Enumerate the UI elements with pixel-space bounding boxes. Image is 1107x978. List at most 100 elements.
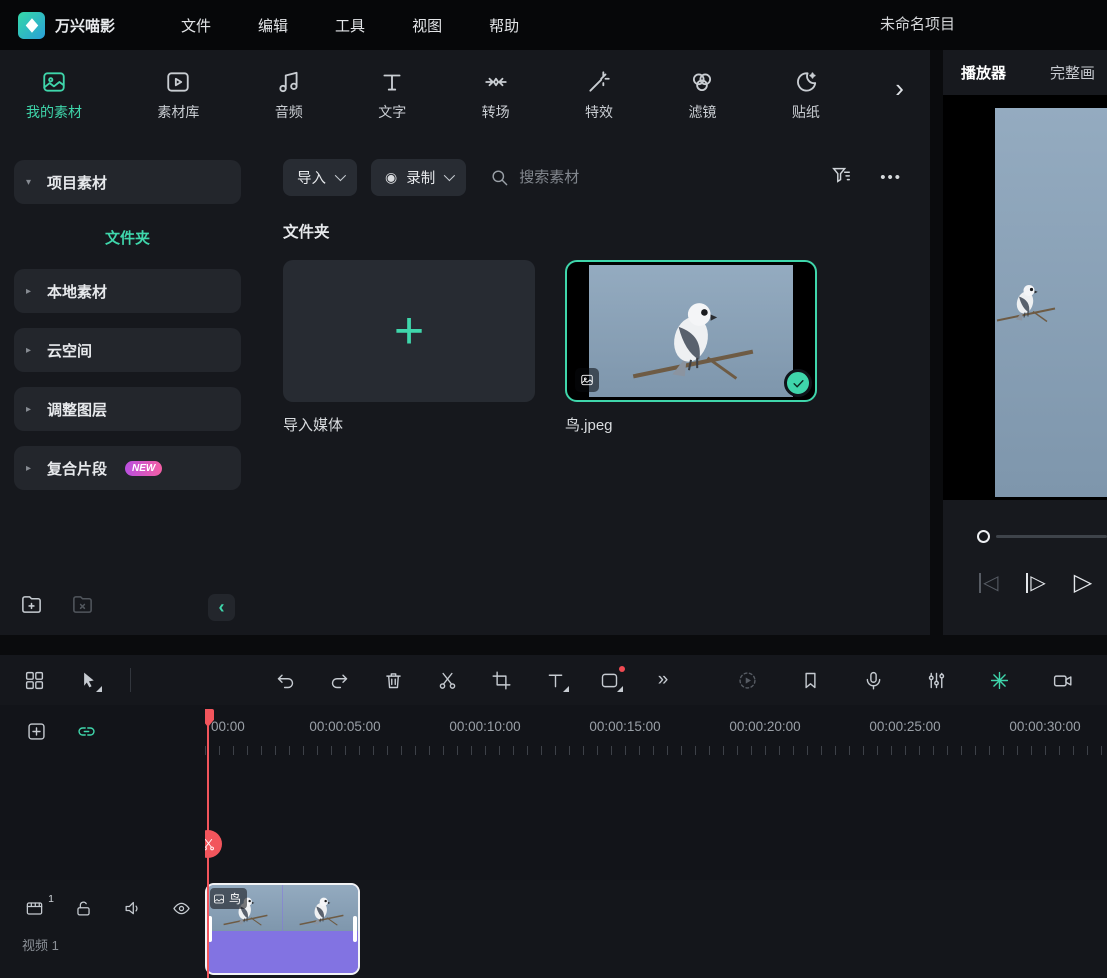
tab-full-view[interactable]: 完整画 <box>1050 62 1095 83</box>
filters-icon <box>689 69 715 95</box>
tab-audio[interactable]: 音频 <box>275 69 303 122</box>
media-sidebar: ▾ 项目素材 文件夹 ▸ 本地素材 ▸ 云空间 ▸ 调整图层 <box>0 140 255 635</box>
hide-track-icon[interactable] <box>169 896 193 920</box>
notification-dot <box>619 666 625 672</box>
crop-icon[interactable] <box>489 668 513 692</box>
sidebar-item-compound-clip[interactable]: ▸ 复合片段 NEW <box>14 446 241 490</box>
split-scissors-icon[interactable] <box>435 668 459 692</box>
timeline-ruler[interactable]: 00:00 00:00:05:00 00:00:10:00 00:00:15:0… <box>205 705 1107 765</box>
next-frame-button[interactable]: ▷ <box>1026 573 1045 593</box>
tab-my-media[interactable]: 我的素材 <box>26 69 82 122</box>
collapse-panel-button[interactable]: ‹ <box>208 594 235 621</box>
menu-tools[interactable]: 工具 <box>335 15 365 36</box>
sidebar-item-cloud[interactable]: ▸ 云空间 <box>14 328 241 372</box>
sidebar-item-folder[interactable]: 文件夹 <box>14 217 241 257</box>
voiceover-mic-icon[interactable] <box>861 668 885 692</box>
playhead-scissors-button[interactable] <box>205 830 222 858</box>
tab-label: 贴纸 <box>792 102 820 122</box>
bird-thumbnail <box>589 265 793 397</box>
expand-right-icon[interactable]: ▸ <box>26 463 37 474</box>
ruler-label: 00:00 <box>211 719 245 734</box>
toolbar-divider <box>130 668 131 692</box>
mute-track-icon[interactable] <box>120 896 144 920</box>
import-media-tile[interactable]: + <box>283 260 535 402</box>
more-tools-icon[interactable]: » <box>651 668 675 692</box>
sidebar-item-label: 项目素材 <box>47 172 107 193</box>
track-layout-icon[interactable] <box>22 668 46 692</box>
preview-image <box>995 108 1107 497</box>
my-media-icon <box>41 69 67 95</box>
ruler-label: 00:00:05:00 <box>309 719 380 734</box>
snapshot-icon[interactable] <box>1050 668 1074 692</box>
track-type-icon: 1 <box>22 896 46 920</box>
tab-label: 素材库 <box>157 102 199 122</box>
search-input[interactable] <box>519 169 689 186</box>
sidebar-item-local-media[interactable]: ▸ 本地素材 <box>14 269 241 313</box>
menu-edit[interactable]: 编辑 <box>258 15 288 36</box>
expand-right-icon[interactable]: ▸ <box>26 404 37 415</box>
video-track-lane[interactable]: 鸟 <box>205 880 1107 978</box>
record-button[interactable]: ◉ 录制 <box>371 159 466 196</box>
clip-trim-handle-right[interactable] <box>353 916 357 942</box>
timeline-clip-bird[interactable]: 鸟 <box>205 883 360 975</box>
app-logo-icon <box>18 12 45 39</box>
mask-tool-icon[interactable] <box>597 668 621 692</box>
tab-filters[interactable]: 滤镜 <box>688 69 716 122</box>
tab-transitions[interactable]: 转场 <box>482 69 510 122</box>
lock-track-icon[interactable] <box>71 896 95 920</box>
expand-right-icon[interactable]: ▸ <box>26 345 37 356</box>
tab-player[interactable]: 播放器 <box>961 62 1006 83</box>
marker-icon[interactable] <box>798 668 822 692</box>
effects-icon <box>586 69 612 95</box>
video-preview[interactable] <box>943 95 1107 500</box>
menu-view[interactable]: 视图 <box>412 15 442 36</box>
select-tool-icon[interactable] <box>76 668 100 692</box>
auto-ripple-link-icon[interactable] <box>74 719 98 743</box>
ruler-label: 00:00:20:00 <box>729 719 800 734</box>
menu-file[interactable]: 文件 <box>181 15 211 36</box>
main-menu: 文件 编辑 工具 视图 帮助 <box>181 15 519 36</box>
expand-right-icon[interactable]: ▸ <box>26 286 37 297</box>
text-tool-icon[interactable] <box>543 668 567 692</box>
add-track-icon[interactable] <box>24 719 48 743</box>
more-options-button[interactable]: ••• <box>880 169 902 186</box>
delete-icon[interactable] <box>381 668 405 692</box>
tab-stock-media[interactable]: 素材库 <box>157 69 199 122</box>
tab-effects[interactable]: 特效 <box>585 69 613 122</box>
tab-stickers[interactable]: 贴纸 <box>792 69 820 122</box>
timeline-section: » <box>0 655 1107 978</box>
filter-icon[interactable] <box>830 164 852 191</box>
import-button[interactable]: 导入 <box>283 159 357 196</box>
tab-label: 我的素材 <box>26 102 82 122</box>
redo-icon[interactable] <box>327 668 351 692</box>
expand-down-icon[interactable]: ▾ <box>26 177 37 188</box>
prev-frame-button[interactable]: ◁ <box>979 573 998 593</box>
audio-mixer-icon[interactable] <box>924 668 948 692</box>
menu-help[interactable]: 帮助 <box>489 15 519 36</box>
upper-area: 我的素材 素材库 音频 文字 转场 <box>0 50 1107 635</box>
record-icon: ◉ <box>385 169 397 186</box>
timeline-track-header: 1 视频 1 <box>0 705 205 978</box>
playback-controls: ◁ ▷ ▷ <box>943 571 1107 595</box>
beat-detect-icon[interactable] <box>987 668 1011 692</box>
add-folder-icon[interactable] <box>20 593 43 621</box>
ruler-label: 00:00:10:00 <box>449 719 520 734</box>
media-tile-bird[interactable] <box>565 260 817 402</box>
timeline-canvas[interactable]: 00:00 00:00:05:00 00:00:10:00 00:00:15:0… <box>205 705 1107 978</box>
seek-knob[interactable] <box>977 530 990 543</box>
import-button-label: 导入 <box>297 167 326 188</box>
render-preview-icon[interactable] <box>735 668 759 692</box>
undo-icon[interactable] <box>273 668 297 692</box>
media-grid: + 导入媒体 <box>283 260 906 435</box>
sidebar-item-adjustment-layer[interactable]: ▸ 调整图层 <box>14 387 241 431</box>
tab-text[interactable]: 文字 <box>378 69 406 122</box>
play-button[interactable]: ▷ <box>1074 571 1092 595</box>
import-tile-label: 导入媒体 <box>283 414 535 435</box>
delete-folder-icon <box>71 593 94 621</box>
tabs-overflow-button[interactable]: › <box>895 75 904 115</box>
new-badge: NEW <box>125 461 162 476</box>
sidebar-item-label: 调整图层 <box>47 399 107 420</box>
sidebar-item-project-media[interactable]: ▾ 项目素材 <box>14 160 241 204</box>
seek-track[interactable] <box>996 535 1107 538</box>
clip-name-tag: 鸟 <box>210 888 247 909</box>
